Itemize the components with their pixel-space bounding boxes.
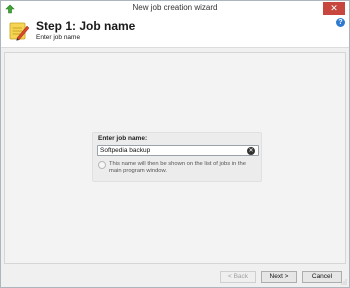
title-bar[interactable]: New job creation wizard ✕ — [1, 1, 349, 17]
content-panel: Enter job name: ✕ This name will then be… — [4, 52, 346, 264]
info-bulb-icon — [98, 161, 106, 169]
clear-input-icon[interactable]: ✕ — [247, 147, 255, 155]
note-pencil-icon — [9, 22, 30, 41]
wizard-window: New job creation wizard ✕ Step 1: Job na… — [0, 0, 350, 288]
help-icon[interactable]: ? — [336, 18, 345, 27]
job-name-group: Enter job name: ✕ This name will then be… — [92, 132, 262, 182]
next-button[interactable]: Next > — [261, 271, 297, 283]
step-subtitle: Enter job name — [36, 34, 81, 41]
wizard-footer: < Back Next > Cancel — [1, 266, 349, 287]
step-title: Step 1: Job name — [36, 19, 136, 33]
wizard-header: Step 1: Job name Enter job name ? — [1, 17, 349, 48]
close-window-button[interactable]: ✕ — [323, 2, 345, 15]
job-name-label: Enter job name: — [98, 135, 148, 142]
info-text: This name will then be shown on the list… — [109, 161, 246, 174]
resize-grip-icon[interactable] — [341, 279, 347, 285]
window-title: New job creation wizard — [132, 3, 218, 12]
cancel-button[interactable]: Cancel — [302, 271, 342, 283]
back-button[interactable]: < Back — [220, 271, 256, 283]
job-name-input[interactable] — [97, 145, 259, 156]
